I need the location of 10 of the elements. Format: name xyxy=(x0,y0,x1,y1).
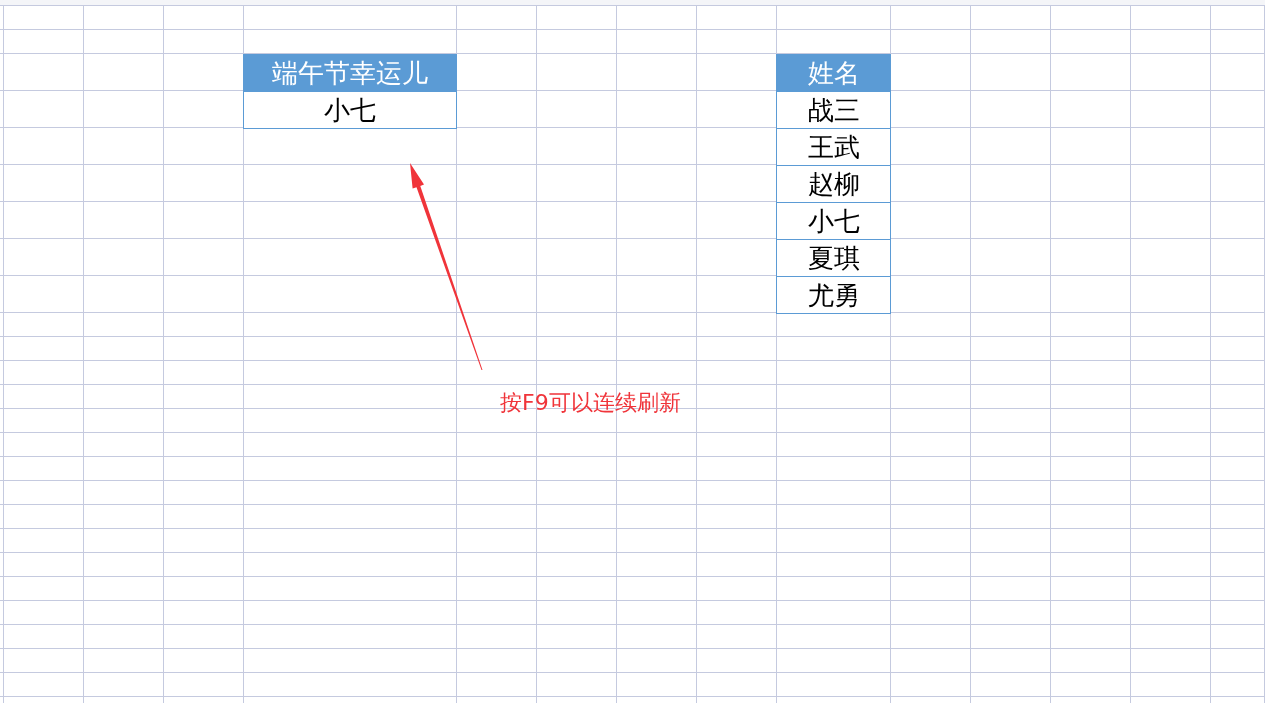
table-cell: 小七 xyxy=(243,91,457,129)
column-header: 端午节幸运儿 xyxy=(243,54,457,92)
table-cell: 赵柳 xyxy=(776,165,891,203)
table-cell: 小七 xyxy=(776,202,891,240)
column-header: 姓名 xyxy=(776,54,891,92)
table-cell: 尤勇 xyxy=(776,276,891,314)
table-cell: 王武 xyxy=(776,128,891,166)
table-cell: 夏琪 xyxy=(776,239,891,277)
table-cell: 战三 xyxy=(776,91,891,129)
annotation-text: 按F9可以连续刷新 xyxy=(500,389,681,417)
